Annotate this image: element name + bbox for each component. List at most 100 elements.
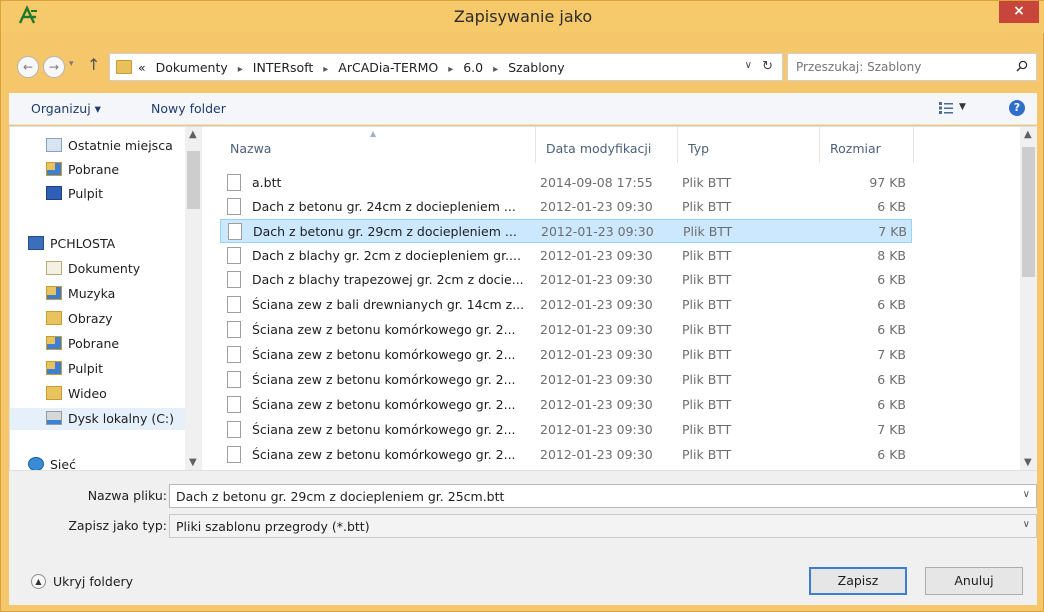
title-bar[interactable]: Zapisywanie jako × [1,1,1044,33]
nav-item-desktop[interactable]: Pulpit [10,183,185,205]
search-box[interactable] [787,53,1037,81]
network-icon [28,457,44,470]
nav-item-network[interactable]: Sieć [10,454,185,470]
file-row[interactable]: Ściana zew z betonu komórkowego gr. 2...… [220,368,912,392]
recent-locations-chevron-icon[interactable]: ▾ [69,59,74,69]
filename-dropdown-chevron-icon[interactable]: ∨ [1023,489,1030,500]
filetype-dropdown-chevron-icon[interactable]: ∨ [1023,519,1030,530]
file-row[interactable]: Ściana zew z bali drewnianych gr. 14cm z… [220,293,912,317]
breadcrumb-item-intersoft[interactable]: INTERsoft [253,60,314,75]
file-icon [227,321,241,338]
file-row[interactable]: a.btt 2014-09-08 17:55 Plik BTT 97 KB [220,171,912,195]
column-header-date[interactable]: Data modyfikacji [536,127,678,163]
scroll-up-icon[interactable]: ▲ [1024,129,1032,140]
cancel-button[interactable]: Anuluj [925,567,1023,595]
refresh-icon[interactable]: ↻ [762,59,773,74]
video-folder-icon [46,386,62,400]
file-icon [227,421,241,438]
breadcrumb-item-version[interactable]: 6.0 [463,60,483,75]
hide-folders-label: Ukryj foldery [53,574,134,589]
browser-area: Ostatnie miejsca Pobrane Pulpit PCHLOSTA… [9,126,1037,471]
scrollbar-thumb[interactable] [187,151,200,209]
nav-item-recent-places[interactable]: Ostatnie miejsca [10,135,185,157]
breadcrumb-separator-icon[interactable]: ▸ [493,64,498,75]
downloads-folder-icon [46,336,62,350]
help-icon[interactable]: ? [1009,100,1025,116]
up-arrow-icon[interactable]: ↑ [87,55,100,74]
breadcrumb: « Dokumenty ▸ INTERsoft ▸ ArCADia-TERMO … [138,60,565,75]
address-history-chevron-icon[interactable]: ∨ [745,60,752,71]
breadcrumb-item-arcadia-termo[interactable]: ArCADia-TERMO [338,60,438,75]
new-folder-button[interactable]: Nowy folder [151,101,226,116]
file-icon [227,346,241,363]
breadcrumb-separator-icon[interactable]: ▸ [323,64,328,75]
file-icon [228,223,242,240]
nav-item-video[interactable]: Wideo [10,383,185,405]
filetype-select[interactable]: Pliki szablonu przegrody (*.btt) ∨ [169,514,1037,538]
nav-item-downloads-2[interactable]: Pobrane [10,333,185,355]
column-header-name[interactable]: ▲ Nazwa [220,127,536,163]
file-row[interactable]: Ściana zew z betonu komórkowego gr. 2...… [220,443,912,467]
computer-icon [28,236,44,250]
nav-item-computer[interactable]: PCHLOSTA [10,233,185,255]
column-header-size[interactable]: Rozmiar [820,127,914,163]
scrollbar-thumb[interactable] [1022,147,1035,277]
file-row[interactable]: Ściana zew z betonu komórkowego gr. 2...… [220,418,912,442]
file-icon [227,371,241,388]
file-row-selected[interactable]: Dach z betonu gr. 29cm z dociepleniem ..… [220,219,912,243]
file-icon [227,247,241,264]
desktop-icon [46,186,62,200]
breadcrumb-item-dokumenty[interactable]: Dokumenty [156,60,228,75]
organize-menu-button[interactable]: Organizuj ▾ [31,101,101,116]
collapse-chevron-icon: ▲ [31,574,46,589]
close-button[interactable]: × [999,1,1039,23]
file-icon [227,271,241,288]
file-row[interactable]: Dach z blachy gr. 2cm z dociepleniem gr.… [220,244,912,268]
breadcrumb-item-szablony[interactable]: Szablony [508,60,565,75]
file-icon [227,446,241,463]
nav-item-local-disk[interactable]: Dysk lokalny (C:) [10,408,185,430]
file-icon [227,174,241,191]
view-options-chevron-icon[interactable]: ▼ [959,102,966,112]
breadcrumb-separator-icon[interactable]: ▸ [238,64,243,75]
desktop-folder-icon [46,361,62,375]
filename-combobox[interactable]: ∨ [169,484,1037,508]
back-button[interactable]: ← [17,56,39,78]
file-row[interactable]: Ściana zew z betonu komórkowego gr. 2...… [220,393,912,417]
documents-icon [46,261,62,275]
column-header-type[interactable]: Typ [678,127,820,163]
recent-places-icon [46,138,62,152]
save-form: Nazwa pliku: ∨ Zapisz jako typ: Pliki sz… [9,471,1037,605]
change-view-icon[interactable] [939,102,953,114]
nav-item-documents[interactable]: Dokumenty [10,258,185,280]
search-icon[interactable] [1016,60,1028,72]
folder-icon [116,60,132,74]
file-row[interactable]: Dach z blachy trapezowej gr. 2cm z docie… [220,268,912,292]
forward-button[interactable]: → [43,56,65,78]
file-list: ▲ Nazwa Data modyfikacji Typ Rozmiar a.b… [210,127,1020,470]
breadcrumb-overflow[interactable]: « [138,60,146,75]
address-bar[interactable]: « Dokumenty ▸ INTERsoft ▸ ArCADia-TERMO … [109,53,783,81]
nav-pane-scrollbar[interactable]: ▲ ▼ [185,127,202,470]
search-input[interactable] [796,59,1006,75]
file-icon [227,198,241,215]
save-as-dialog: Zapisywanie jako × ← → ▾ ↑ « Dokumenty ▸… [0,0,1044,612]
nav-item-pictures[interactable]: Obrazy [10,308,185,330]
nav-item-desktop-2[interactable]: Pulpit [10,358,185,380]
pictures-folder-icon [46,311,62,325]
navigation-pane: Ostatnie miejsca Pobrane Pulpit PCHLOSTA… [10,127,202,470]
nav-item-downloads[interactable]: Pobrane [10,159,185,181]
file-row[interactable]: Ściana zew z betonu komórkowego gr. 2...… [220,343,912,367]
downloads-folder-icon [46,162,62,176]
nav-item-music[interactable]: Muzyka [10,283,185,305]
file-row[interactable]: Ściana zew z betonu komórkowego gr. 2...… [220,318,912,342]
breadcrumb-separator-icon[interactable]: ▸ [448,64,453,75]
file-list-scrollbar[interactable]: ▲ ▼ [1020,127,1037,470]
scroll-up-icon[interactable]: ▲ [189,129,197,140]
filename-input[interactable] [176,488,1006,504]
scroll-down-icon[interactable]: ▼ [189,457,197,468]
save-button[interactable]: Zapisz [809,567,907,595]
file-row[interactable]: Dach z betonu gr. 24cm z dociepleniem ..… [220,195,912,219]
scroll-down-icon[interactable]: ▼ [1024,457,1032,468]
filename-label: Nazwa pliku: [87,488,167,503]
